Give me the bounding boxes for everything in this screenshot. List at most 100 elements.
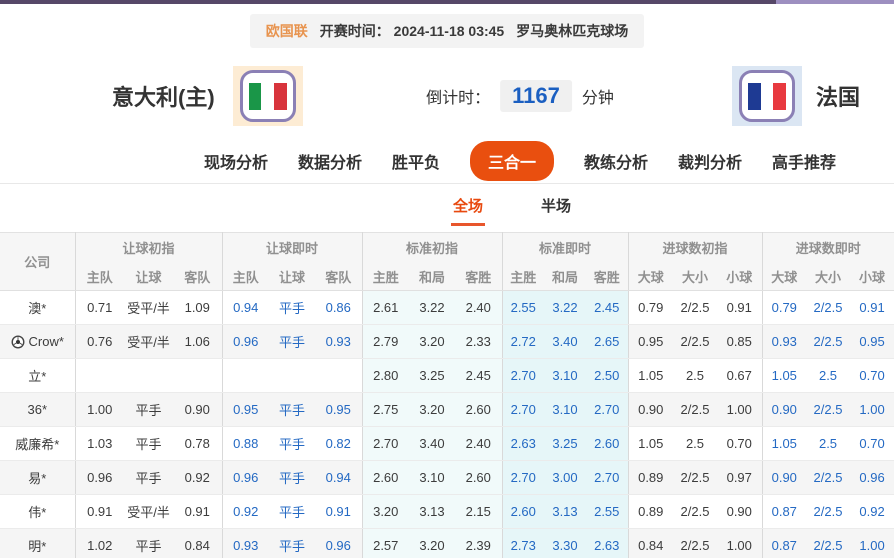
odds-cell[interactable]: 2.50 bbox=[586, 358, 628, 393]
odds-cell: 0.67 bbox=[717, 358, 763, 393]
odds-cell[interactable]: 平手 bbox=[269, 392, 315, 427]
odds-cell[interactable] bbox=[315, 358, 362, 393]
nav-tab[interactable]: 裁判分析 bbox=[678, 149, 742, 173]
odds-cell[interactable]: 3.10 bbox=[544, 358, 586, 393]
odds-cell[interactable]: 2.65 bbox=[586, 324, 628, 359]
odds-cell[interactable]: 2/2.5 bbox=[806, 290, 851, 325]
odds-cell[interactable]: 0.79 bbox=[761, 290, 807, 325]
odds-cell[interactable]: 0.96 bbox=[850, 460, 894, 495]
odds-cell[interactable]: 0.70 bbox=[850, 426, 894, 461]
nav-tab[interactable]: 现场分析 bbox=[204, 149, 268, 173]
odds-cell[interactable]: 0.94 bbox=[315, 460, 362, 495]
odds-cell[interactable]: 0.93 bbox=[315, 324, 362, 359]
odds-cell[interactable]: 0.87 bbox=[761, 494, 807, 529]
odds-cell[interactable]: 2.70 bbox=[501, 392, 544, 427]
odds-cell[interactable]: 2.70 bbox=[501, 460, 544, 495]
odds-cell[interactable]: 0.95 bbox=[221, 392, 269, 427]
odds-cell[interactable]: 0.93 bbox=[221, 528, 269, 558]
odds-cell[interactable]: 0.91 bbox=[850, 290, 894, 325]
company-cell[interactable]: 威廉希* bbox=[0, 426, 75, 461]
odds-cell[interactable]: 3.10 bbox=[544, 392, 586, 427]
nav-tab[interactable]: 高手推荐 bbox=[772, 149, 836, 173]
odds-cell[interactable]: 2.73 bbox=[501, 528, 544, 558]
company-cell[interactable]: 易* bbox=[0, 460, 75, 495]
odds-cell: 0.91 bbox=[717, 290, 763, 325]
company-cell[interactable]: Crow* bbox=[0, 324, 75, 359]
odds-cell[interactable]: 0.91 bbox=[315, 494, 362, 529]
odds-cell[interactable]: 2.60 bbox=[586, 426, 628, 461]
odds-cell[interactable]: 平手 bbox=[269, 528, 315, 558]
odds-cell[interactable]: 平手 bbox=[269, 290, 315, 325]
odds-cell[interactable]: 2/2.5 bbox=[806, 460, 851, 495]
odds-cell[interactable]: 2.72 bbox=[501, 324, 544, 359]
kickoff-text: 开赛时间： 2024-11-18 03:45 bbox=[320, 21, 504, 41]
odds-cell[interactable]: 2.45 bbox=[586, 290, 628, 325]
odds-cell[interactable]: 3.40 bbox=[544, 324, 586, 359]
sub-tab[interactable]: 半场 bbox=[539, 191, 573, 226]
odds-cell[interactable]: 0.90 bbox=[761, 460, 807, 495]
odds-cell[interactable]: 2.70 bbox=[586, 460, 628, 495]
odds-cell[interactable]: 2.63 bbox=[586, 528, 628, 558]
odds-cell[interactable]: 0.94 bbox=[221, 290, 269, 325]
company-cell[interactable]: 立* bbox=[0, 358, 75, 393]
company-name: 立* bbox=[28, 369, 47, 384]
odds-cell[interactable]: 平手 bbox=[269, 426, 315, 461]
odds-cell[interactable]: 0.95 bbox=[315, 392, 362, 427]
odds-cell[interactable]: 3.30 bbox=[544, 528, 586, 558]
odds-cell[interactable]: 2.60 bbox=[501, 494, 544, 529]
odds-cell[interactable]: 2/2.5 bbox=[806, 324, 851, 359]
nav-tab-active[interactable]: 三合一 bbox=[469, 140, 554, 181]
odds-cell[interactable]: 0.92 bbox=[221, 494, 269, 529]
away-team: 法国 bbox=[731, 66, 860, 126]
company-cell[interactable]: 明* bbox=[0, 528, 75, 558]
odds-cell[interactable]: 2.70 bbox=[501, 358, 544, 393]
odds-cell[interactable] bbox=[221, 358, 269, 393]
group-header: 让球即时 bbox=[221, 232, 362, 263]
odds-cell[interactable]: 0.70 bbox=[850, 358, 894, 393]
nav-tab[interactable]: 教练分析 bbox=[584, 149, 648, 173]
odds-cell[interactable]: 2.5 bbox=[806, 358, 851, 393]
odds-cell[interactable]: 2.55 bbox=[501, 290, 544, 325]
odds-cell[interactable]: 2/2.5 bbox=[806, 494, 851, 529]
odds-cell[interactable]: 0.96 bbox=[315, 528, 362, 558]
odds-cell: 2.79 bbox=[361, 324, 409, 359]
odds-cell: 1.03 bbox=[74, 426, 124, 461]
odds-cell[interactable]: 0.92 bbox=[850, 494, 894, 529]
odds-cell[interactable]: 0.96 bbox=[221, 460, 269, 495]
company-cell[interactable]: 36* bbox=[0, 392, 75, 427]
league-badge[interactable]: 欧国联 bbox=[266, 21, 308, 41]
odds-cell[interactable]: 0.96 bbox=[221, 324, 269, 359]
company-cell[interactable]: 澳* bbox=[0, 290, 75, 325]
odds-cell[interactable]: 2.5 bbox=[806, 426, 851, 461]
odds-cell[interactable]: 1.00 bbox=[850, 528, 894, 558]
odds-cell: 2/2.5 bbox=[673, 324, 717, 359]
sub-tab-active[interactable]: 全场 bbox=[450, 191, 485, 226]
odds-cell[interactable]: 3.25 bbox=[544, 426, 586, 461]
odds-cell[interactable]: 平手 bbox=[269, 494, 315, 529]
company-cell[interactable]: 伟* bbox=[0, 494, 75, 529]
odds-cell[interactable]: 0.90 bbox=[761, 392, 807, 427]
odds-row: Crow* 0.76 受平/半 1.06 0.96 平手 0.93 2.79 3.20 2.33 2… bbox=[0, 324, 894, 359]
odds-cell[interactable]: 3.22 bbox=[544, 290, 586, 325]
odds-cell[interactable]: 2/2.5 bbox=[806, 392, 851, 427]
odds-cell[interactable]: 1.00 bbox=[850, 392, 894, 427]
odds-cell[interactable]: 2.63 bbox=[501, 426, 544, 461]
odds-cell[interactable]: 平手 bbox=[269, 324, 315, 359]
nav-tab[interactable]: 胜平负 bbox=[392, 149, 440, 173]
odds-cell[interactable]: 3.13 bbox=[544, 494, 586, 529]
odds-cell[interactable]: 1.05 bbox=[761, 426, 807, 461]
odds-cell[interactable]: 0.93 bbox=[761, 324, 807, 359]
odds-cell[interactable]: 2/2.5 bbox=[806, 528, 851, 558]
odds-cell[interactable]: 0.95 bbox=[850, 324, 894, 359]
odds-cell[interactable]: 2.70 bbox=[586, 392, 628, 427]
odds-cell[interactable]: 3.00 bbox=[544, 460, 586, 495]
odds-cell[interactable]: 0.86 bbox=[315, 290, 362, 325]
odds-cell[interactable]: 平手 bbox=[269, 460, 315, 495]
nav-tab[interactable]: 数据分析 bbox=[298, 149, 362, 173]
odds-cell[interactable]: 0.87 bbox=[761, 528, 807, 558]
odds-cell[interactable] bbox=[269, 358, 315, 393]
odds-cell[interactable]: 1.05 bbox=[761, 358, 807, 393]
odds-cell[interactable]: 0.82 bbox=[315, 426, 362, 461]
odds-cell[interactable]: 0.88 bbox=[221, 426, 269, 461]
odds-cell[interactable]: 2.55 bbox=[586, 494, 628, 529]
